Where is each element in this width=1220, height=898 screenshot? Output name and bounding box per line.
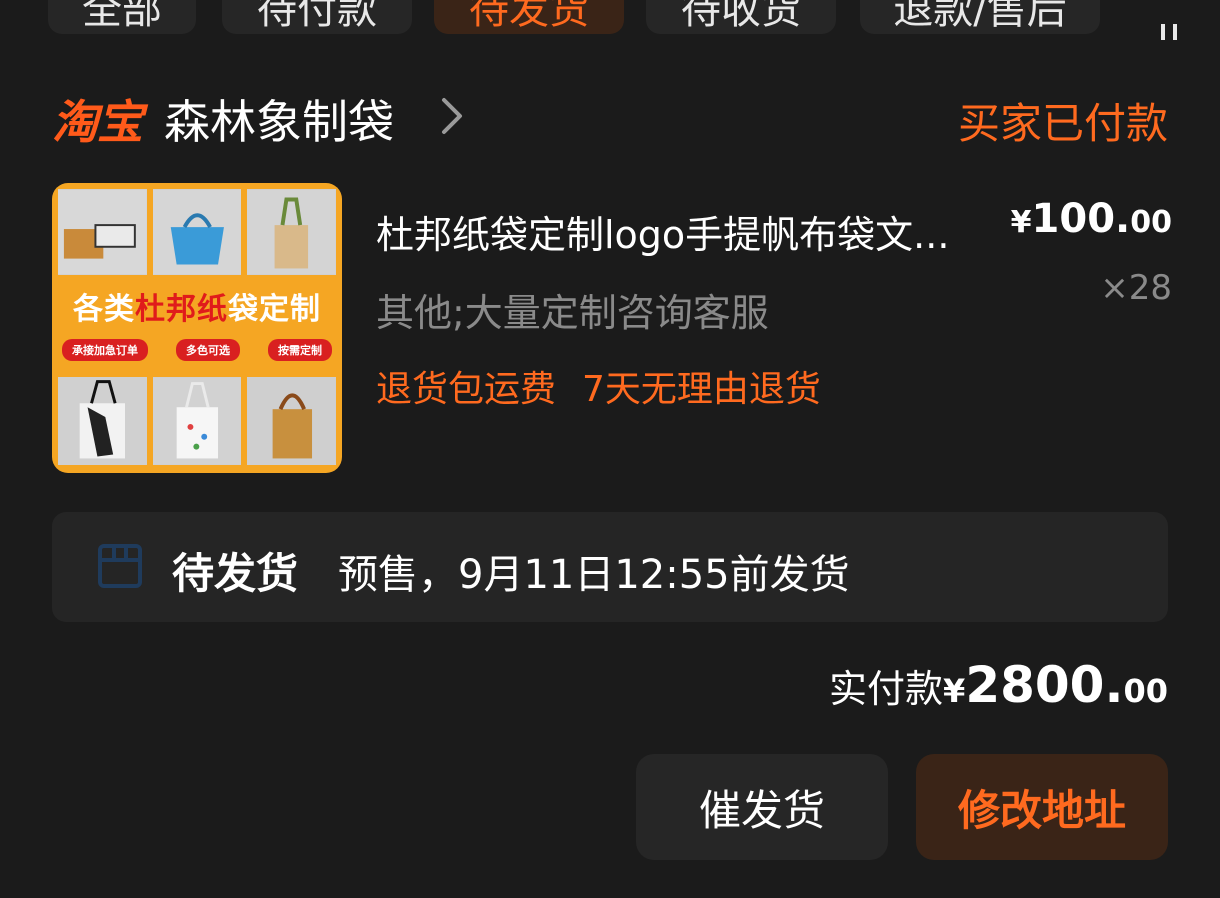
total-currency: ¥: [943, 672, 966, 710]
bag-photo: [58, 189, 147, 275]
price-decimal: 00: [1130, 205, 1172, 240]
bag-photo: [152, 377, 242, 465]
total-label: 实付款: [829, 667, 944, 711]
package-icon: [96, 542, 144, 590]
bag-photo: [58, 377, 147, 465]
price-currency: ¥: [1010, 205, 1032, 240]
thumb-pills: 承接加急订单 多色可选 按需定制: [62, 339, 332, 361]
shipping-status-box[interactable]: 待发货 预售，9月11日12:55前发货: [52, 512, 1168, 622]
banner-text: 袋定制: [228, 292, 321, 327]
thumb-pill: 多色可选: [176, 339, 240, 361]
tab-label: 待收货: [681, 0, 801, 33]
thumb-pill: 按需定制: [268, 339, 332, 361]
product-image[interactable]: 各类 杜邦纸 袋定制 承接加急订单 多色可选 按需定制: [52, 183, 342, 473]
quantity: ×28: [1100, 268, 1172, 308]
order-status: 买家已付款: [957, 99, 1168, 148]
filter-icon[interactable]: [1150, 0, 1190, 40]
order-tabs: 全部 待付款 待发货 待收货 退款/售后: [48, 0, 1220, 34]
unit-price: ¥100.00: [1011, 196, 1172, 242]
remind-shipment-button[interactable]: 催发货: [636, 754, 888, 860]
service-tag: 退货包运费: [376, 369, 557, 410]
price-integer: 100.: [1031, 196, 1131, 242]
tab-label: 全部: [82, 0, 162, 33]
thumb-pill: 承接加急订单: [62, 339, 148, 361]
tab-label: 待付款: [257, 0, 377, 33]
total-decimal: 00: [1123, 672, 1168, 710]
shipping-note: 预售，9月11日12:55前发货: [338, 552, 850, 598]
tab-pending-receipt[interactable]: 待收货: [646, 0, 836, 34]
banner-highlight: 杜邦纸: [135, 292, 228, 327]
tab-label: 退款/售后: [893, 0, 1067, 33]
banner-text: 各类: [73, 292, 135, 327]
total-integer: 2800.: [965, 656, 1124, 714]
bag-photo: [247, 189, 337, 275]
chevron-right-icon: [438, 96, 466, 136]
thumb-bottom-row: [58, 377, 337, 465]
order-page: 全部 待付款 待发货 待收货 退款/售后 淘宝 森林象制袋 买家已付款 各类 杜…: [0, 0, 1220, 898]
service-tag: 7天无理由退货: [582, 369, 821, 410]
bag-photo: [247, 377, 337, 465]
tab-all[interactable]: 全部: [48, 0, 196, 34]
thumb-top-row: [58, 189, 337, 275]
taobao-logo: 淘宝: [52, 95, 143, 149]
service-tags: 退货包运费 7天无理由退货: [376, 360, 821, 412]
bag-photo: [152, 189, 242, 275]
shipping-status: 待发货: [172, 549, 299, 598]
store-header[interactable]: 淘宝 森林象制袋 买家已付款: [52, 84, 1168, 149]
tab-pending-payment[interactable]: 待付款: [222, 0, 412, 34]
change-address-button[interactable]: 修改地址: [916, 754, 1168, 860]
product-sku: 其他;大量定制咨询客服: [376, 291, 769, 335]
tab-refund[interactable]: 退款/售后: [860, 0, 1100, 34]
product-title[interactable]: 杜邦纸袋定制logo手提帆布袋文...: [376, 204, 1016, 259]
tab-label: 待发货: [469, 0, 589, 33]
thumb-banner: 各类 杜邦纸 袋定制: [52, 283, 342, 329]
tab-pending-shipment[interactable]: 待发货: [434, 0, 624, 34]
store-name[interactable]: 森林象制袋: [164, 86, 394, 152]
total-paid: 实付款¥2800.00: [829, 656, 1168, 714]
